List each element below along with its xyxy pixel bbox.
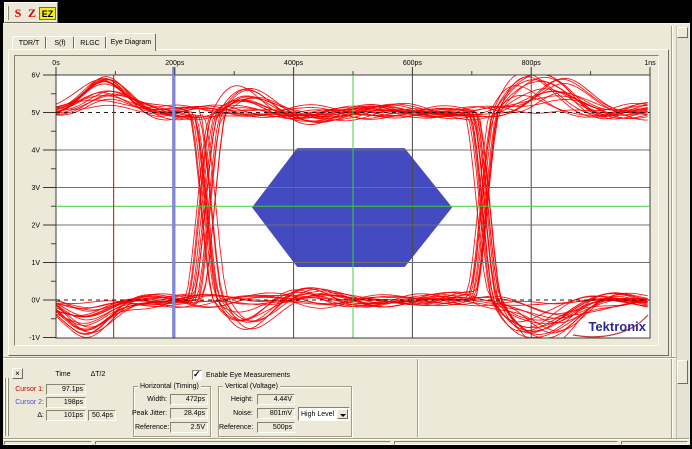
y-tick-label: 0V	[31, 298, 40, 305]
width-label: Width:	[135, 395, 167, 404]
voltage-reference-label: Reference:	[219, 423, 253, 432]
statusbar-groove	[3, 438, 689, 440]
right-scrollbar-thumb-top[interactable]	[677, 27, 688, 38]
delta-time-field: 101ps	[46, 410, 86, 421]
delta-label: Δ:	[2, 411, 44, 420]
y-tick-label: 4V	[31, 148, 40, 155]
tab-eye-diagram[interactable]: Eye Diagram	[106, 33, 156, 51]
y-tick-label: -1V	[29, 335, 40, 342]
eye-diagram-plot: 0s 200ps 400ps 600ps 800ps 1ns 6V 5V 4V 3V 2V 1V 0V -…	[16, 56, 658, 344]
x-tick-label: 1ns	[644, 60, 656, 67]
enable-eye-measurements-label: Enable Eye Measurements	[206, 371, 316, 380]
ez-button[interactable]: EZ	[39, 7, 56, 20]
toolbar-divider	[417, 359, 419, 437]
close-measurement-panel-button[interactable]: ×	[12, 368, 23, 379]
y-tick-label: 6V	[31, 73, 40, 80]
delta-dt2-field: 50.4ps	[88, 410, 116, 421]
chevron-down-icon	[340, 414, 346, 420]
y-tick-label: 3V	[31, 185, 40, 192]
x-tick-label: 0s	[52, 60, 60, 67]
vertical-voltage-title: Vertical (Voltage)	[223, 383, 280, 391]
tab-tdr-t[interactable]: TDR/T	[12, 36, 46, 49]
tab-s-f[interactable]: S(f)	[46, 36, 74, 49]
z-line-button[interactable]: Z	[26, 6, 38, 21]
cursor2-label: Cursor 2:	[2, 398, 44, 407]
noise-label: Noise:	[219, 409, 253, 418]
x-tick-label: 600ps	[403, 60, 423, 67]
toolbar-gripper[interactable]	[7, 6, 9, 20]
dropdown-button[interactable]	[337, 409, 348, 419]
noise-level-value: High Level	[301, 410, 334, 419]
y-tick-label: 1V	[31, 260, 40, 267]
statusbar-segment-2	[95, 441, 391, 445]
cursor1-label: Cursor 1:	[2, 385, 44, 394]
tektronix-logo: Tektronix	[588, 319, 646, 334]
voltage-reference-field[interactable]: 500ps	[257, 422, 295, 433]
application-window: { "window": { "toolbar_buttons": [ {"lab…	[0, 0, 692, 449]
checkbox-check-icon: ✓	[193, 369, 201, 380]
cursor2-time-field[interactable]: 198ps	[46, 397, 86, 408]
peak-jitter-label: Peak Jitter:	[132, 409, 167, 418]
cursor1-time-field[interactable]: 97.1ps	[46, 384, 86, 395]
timing-reference-field[interactable]: 2.5V	[170, 422, 208, 433]
close-icon: ×	[15, 369, 20, 378]
s-parameter-button[interactable]: S	[12, 6, 24, 21]
tab-rlgc[interactable]: RLGC	[74, 36, 106, 49]
enable-eye-measurements-checkbox[interactable]: ✓	[192, 370, 202, 380]
statusbar-segment-3	[394, 441, 618, 445]
timing-reference-label: Reference:	[135, 423, 167, 432]
y-tick-label: 5V	[31, 110, 40, 117]
x-tick-label: 800ps	[522, 60, 542, 67]
pane-edge-groove	[671, 26, 673, 438]
time-column-header: Time	[43, 370, 83, 379]
width-value-field: 472ps	[170, 394, 208, 405]
x-tick-label: 200ps	[165, 60, 185, 67]
noise-value-field: 801mV	[257, 408, 295, 419]
statusbar-segment-4	[621, 441, 688, 445]
right-scrollbar-thumb[interactable]	[677, 360, 688, 384]
peak-jitter-value-field: 28.4ps	[170, 408, 208, 419]
noise-level-dropdown[interactable]: High Level	[298, 407, 350, 421]
horizontal-timing-title: Horizontal (Timing)	[138, 383, 201, 391]
statusbar-segment-1	[4, 441, 92, 445]
top-toolbar: S Z EZ	[4, 2, 58, 23]
toolbar-top-groove	[3, 357, 676, 359]
y-tick-label: 2V	[31, 223, 40, 230]
height-label: Height:	[219, 395, 253, 404]
x-tick-label: 400ps	[284, 60, 304, 67]
height-value-field: 4.44V	[257, 394, 295, 405]
dt2-column-header: ΔT/2	[82, 370, 114, 379]
